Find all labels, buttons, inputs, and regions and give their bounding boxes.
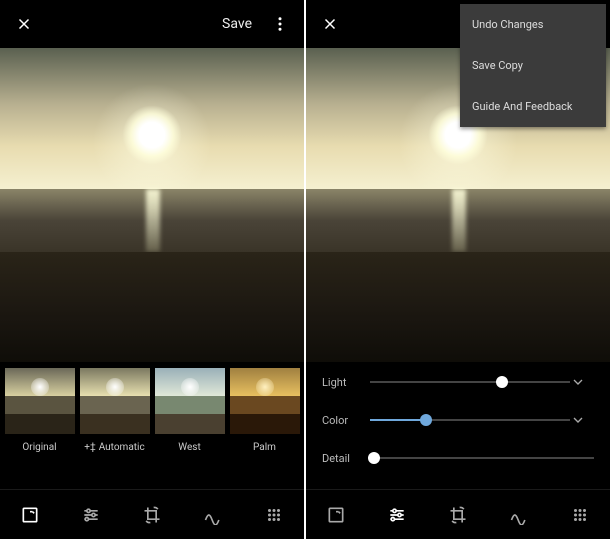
tab-crop-rotate[interactable] [438,495,478,535]
filter-label: West [178,442,200,453]
filter-automatic[interactable]: +‡Automatic [79,368,150,460]
filter-palm[interactable]: Palm [229,368,300,460]
tab-markup[interactable] [193,495,233,535]
slider-label: Detail [322,452,370,465]
slider-label: Light [322,376,370,389]
auto-icon: +‡ [84,442,95,453]
tab-adjust[interactable] [377,495,417,535]
filter-original[interactable]: Original [4,368,75,460]
tab-filters[interactable] [10,495,50,535]
menu-guide-feedback[interactable]: Guide And Feedback [460,86,606,127]
slider-label: Color [322,414,370,427]
bottom-tabs [306,489,610,539]
slider-color-track[interactable] [370,408,570,432]
tab-more[interactable] [254,495,294,535]
slider-light-track[interactable] [370,370,570,394]
tab-markup[interactable] [499,495,539,535]
editor-screen-filters: Save Original [0,0,304,539]
bottom-tabs [0,489,304,539]
menu-save-copy[interactable]: Save Copy [460,45,606,86]
close-button[interactable] [318,12,342,36]
filter-label: Original [22,442,56,453]
slider-detail-track[interactable] [370,446,594,470]
save-button[interactable]: Save [222,16,252,32]
tab-crop-rotate[interactable] [132,495,172,535]
tab-more[interactable] [560,495,600,535]
expand-color[interactable] [570,412,594,428]
slider-detail: Detail [322,446,594,470]
close-button[interactable] [12,12,36,36]
filter-label: +‡Automatic [84,442,144,453]
overflow-menu: Undo Changes Save Copy Guide And Feedbac… [460,4,606,127]
slider-color: Color [322,408,594,432]
filter-label: Palm [253,442,276,453]
overflow-menu-button[interactable] [268,12,292,36]
tab-adjust[interactable] [71,495,111,535]
top-bar: Save [0,0,304,48]
editor-screen-adjust: Undo Changes Save Copy Guide And Feedbac… [306,0,610,539]
expand-light[interactable] [570,374,594,390]
filter-west[interactable]: West [154,368,225,460]
adjust-sliders: Light Color [306,362,610,470]
slider-light: Light [322,370,594,394]
photo-preview [0,48,304,362]
menu-undo-changes[interactable]: Undo Changes [460,4,606,45]
tab-filters[interactable] [316,495,356,535]
filter-strip: Original +‡Automatic West Palm [0,362,304,460]
